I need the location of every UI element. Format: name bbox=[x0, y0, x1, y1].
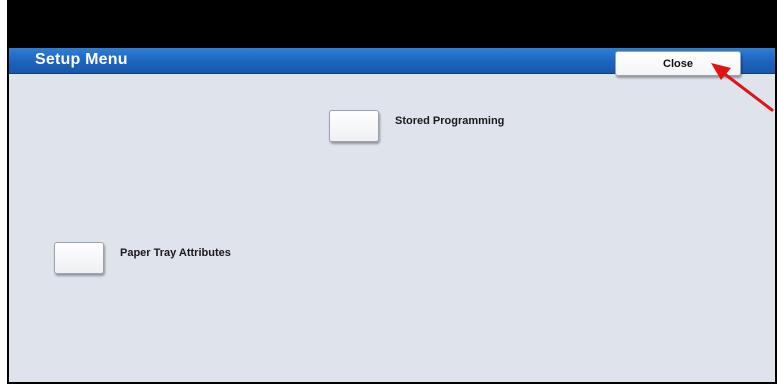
stored-programming-button[interactable] bbox=[329, 110, 379, 142]
setup-menu-screen: Setup Menu Close Stored Programming Pape… bbox=[9, 48, 775, 382]
stored-programming-label: Stored Programming bbox=[395, 115, 505, 127]
page-title: Setup Menu bbox=[35, 51, 128, 68]
top-bar bbox=[7, 0, 777, 48]
paper-tray-attributes-label: Paper Tray Attributes bbox=[120, 247, 231, 259]
device-frame: Setup Menu Close Stored Programming Pape… bbox=[7, 0, 777, 384]
paper-tray-attributes-button[interactable] bbox=[54, 242, 104, 274]
close-button[interactable]: Close bbox=[615, 51, 741, 76]
